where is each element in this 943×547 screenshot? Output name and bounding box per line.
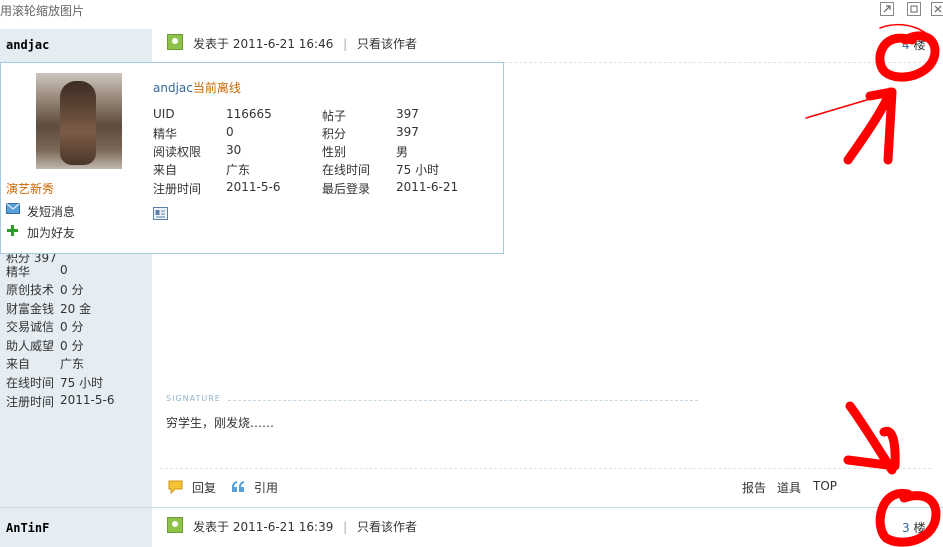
arrow-annotation-top (843, 87, 897, 165)
arrow-annotation-bottom (843, 401, 900, 475)
stroke-annotation-top (805, 95, 881, 119)
circle-annotation-top (875, 31, 940, 82)
circle-annotation-bottom (875, 488, 941, 547)
red-annotation-overlay (805, 24, 941, 547)
